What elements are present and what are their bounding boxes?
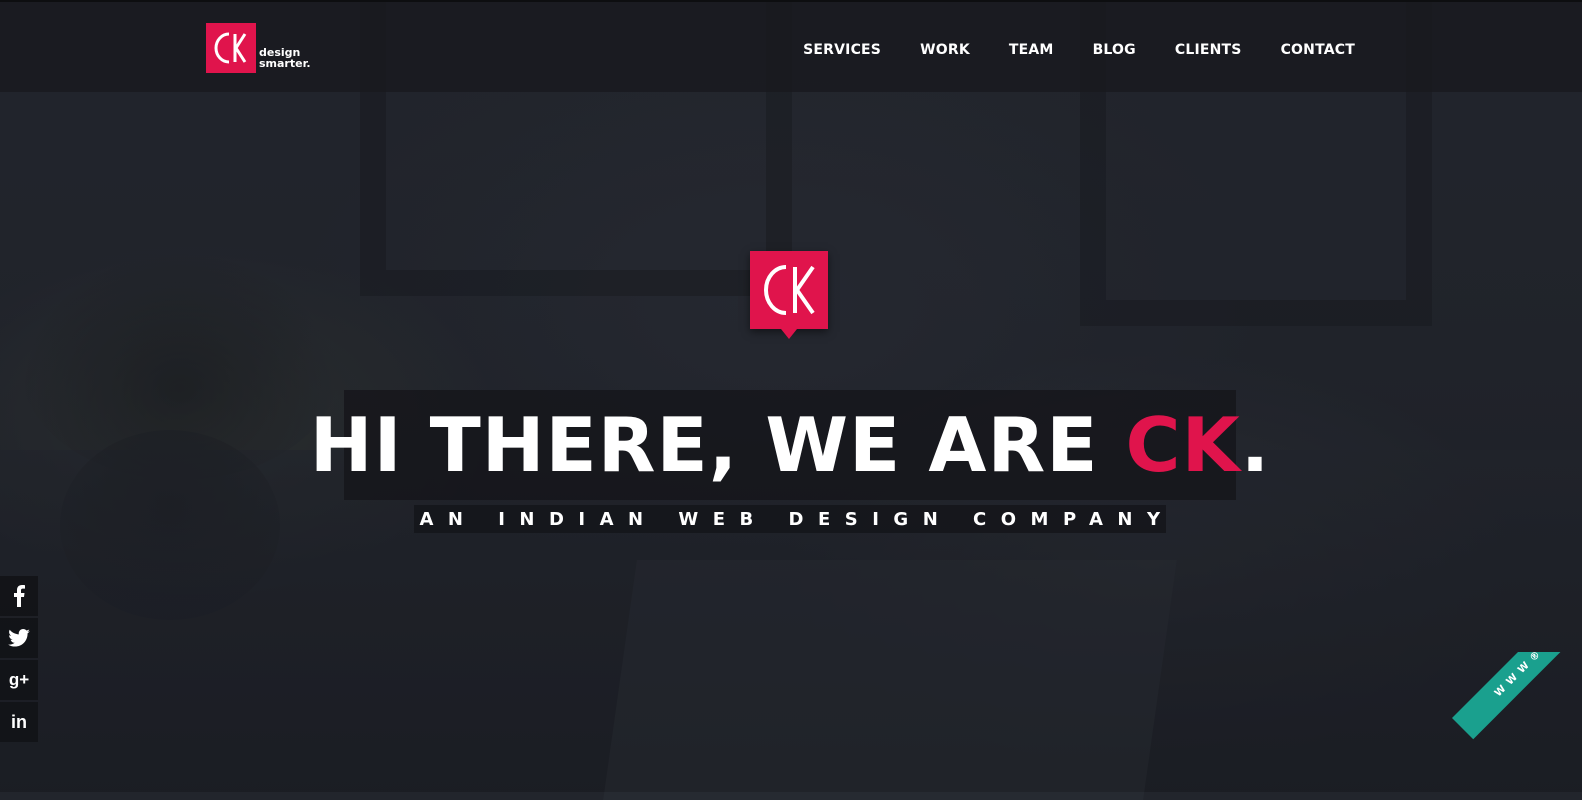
hero-headline-accent: CK [1125,400,1241,489]
ck-logo-icon [206,23,256,73]
nav-item-services[interactable]: SERVICES [803,40,881,60]
ribbon-label: W W W ® NOMINEE [1452,652,1582,740]
nav-item-work[interactable]: WORK [920,40,970,60]
hero-headline-prefix: HI THERE, WE ARE [309,400,1126,489]
facebook-icon[interactable] [0,576,38,616]
nav-item-contact[interactable]: CONTACT [1281,40,1355,60]
linkedin-icon[interactable]: in [0,702,38,742]
main-nav: SERVICES WORK TEAM BLOG CLIENTS CONTACT [764,40,1355,60]
twitter-icon[interactable] [0,618,38,658]
hero-headline-box: HI THERE, WE ARE CK. [310,390,1269,500]
hero-headline: HI THERE, WE ARE CK. [310,407,1270,483]
brand-tagline-line2: smarter. [259,57,311,70]
nav-item-clients[interactable]: CLIENTS [1175,40,1242,60]
ck-speech-bubble-logo-icon [750,251,828,339]
nav-item-team[interactable]: TEAM [1009,40,1054,60]
brand-tagline: design smarter. [259,47,311,69]
brand-logo-link[interactable]: design smarter. [206,23,311,73]
hero-subheadline: AN INDIAN WEB DESIGN COMPANY [419,508,1175,530]
nav-item-blog[interactable]: BLOG [1093,40,1136,60]
awwwards-nominee-ribbon[interactable]: W W W ® NOMINEE [1442,652,1582,792]
hero-headline-suffix: . [1240,400,1271,489]
hero-subheadline-box: AN INDIAN WEB DESIGN COMPANY [414,505,1166,533]
site-header: design smarter. SERVICES WORK TEAM BLOG … [0,0,1582,92]
social-sidebar: g+ in [0,576,38,744]
google-plus-icon[interactable]: g+ [0,660,38,700]
